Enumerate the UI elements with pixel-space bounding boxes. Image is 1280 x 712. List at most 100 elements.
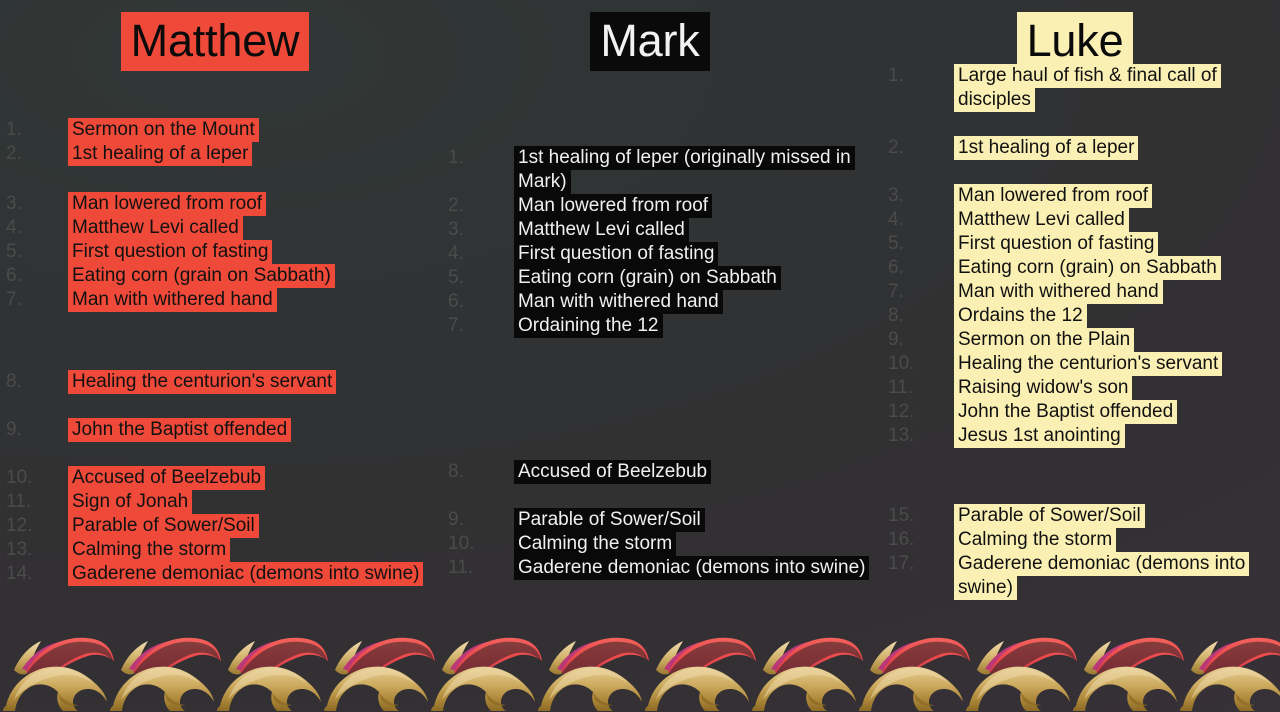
list-item-text: Eating corn (grain) on Sabbath (514, 266, 781, 290)
list-item-text: John the Baptist offended (954, 400, 1178, 424)
list-item-highlight: Parable of Sower/Soil (68, 514, 259, 538)
gospel-title-luke: Luke (1016, 12, 1134, 72)
list-item[interactable]: 11. Raising widow's son (870, 376, 1280, 400)
list-item[interactable]: 12. John the Baptist offended (870, 400, 1280, 424)
list-item-text: Eating corn (grain on Sabbath) (68, 264, 335, 288)
list-item-highlight: First question of fasting (514, 242, 719, 266)
list-item-highlight: Jesus 1st anointing (954, 424, 1125, 448)
list-item-text: Gaderene demoniac (demons into swine) (514, 556, 870, 580)
list-item-highlight: 1st healing of a leper (68, 142, 253, 166)
list-item-text: Sermon on the Mount (68, 118, 259, 142)
list-item-highlight: Man lowered from roof (954, 184, 1153, 208)
list-item-number: 13. (888, 425, 915, 446)
list-item[interactable]: 5. Eating corn (grain) on Sabbath (430, 266, 870, 290)
list-item-text: Sign of Jonah (68, 490, 193, 514)
list-item[interactable]: 10. Healing the centurion's servant (870, 352, 1280, 376)
list-item[interactable]: 2. 1st healing of a leper (870, 136, 1280, 160)
gospel-title-mark: Mark (590, 12, 710, 72)
list-item[interactable]: 1. Large haul of fish & final call of dis… (870, 64, 1280, 112)
list-item[interactable]: 5. First question of fasting (870, 232, 1280, 256)
list-item[interactable]: 7. Man with withered hand (870, 280, 1280, 304)
list-item-text: Parable of Sower/Soil (68, 514, 259, 538)
list-gap (430, 338, 870, 460)
list-item[interactable]: 9. Parable of Sower/Soil (430, 508, 870, 532)
list-item[interactable]: 7. Man with withered hand (0, 288, 430, 312)
list-item[interactable]: 3. Matthew Levi called (430, 218, 870, 242)
list-item[interactable]: 6. Man with withered hand (430, 290, 870, 314)
list-item-text: Gaderene demoniac (demons into swine) (68, 562, 424, 586)
list-item-highlight: Calming the storm (68, 538, 231, 562)
list-item[interactable]: 4. Matthew Levi called (870, 208, 1280, 232)
list-item[interactable]: 13. Calming the storm (0, 538, 430, 562)
list-item[interactable]: 4. First question of fasting (430, 242, 870, 266)
list-item-number: 11. (6, 491, 32, 512)
decorative-wave-border (0, 620, 1280, 712)
list-item[interactable]: 14. Gaderene demoniac (demons into swine) (0, 562, 430, 586)
list-item-number: 6. (448, 291, 464, 312)
list-item[interactable]: 8. Healing the centurion's servant (0, 370, 430, 394)
list-item[interactable]: 8. Accused of Beelzebub (430, 460, 870, 484)
list-item-number: 7. (888, 281, 904, 302)
list-item-highlight: John the Baptist offended (68, 418, 292, 442)
list-item-highlight: Gaderene demoniac (demons into swine) (68, 562, 424, 586)
list-item-text: John the Baptist offended (68, 418, 292, 442)
list-item[interactable]: 9. John the Baptist offended (0, 418, 430, 442)
list-item-highlight: Ordains the 12 (954, 304, 1087, 328)
gospel-columns: Matthew 1. Sermon on the Mount 2. 1st healin… (0, 0, 1280, 625)
list-item[interactable]: 6. Eating corn (grain on Sabbath) (0, 264, 430, 288)
column-luke: Luke 1. Large haul of fish & final call of… (870, 0, 1280, 625)
column-mark: Mark 1. 1st healing of leper (originally m… (430, 0, 870, 625)
event-list-luke: 1. Large haul of fish & final call of dis… (870, 64, 1280, 600)
gospel-title-matthew: Matthew (120, 12, 310, 72)
list-item-highlight: Sign of Jonah (68, 490, 193, 514)
list-item[interactable]: 13. Jesus 1st anointing (870, 424, 1280, 448)
list-item[interactable]: 10. Accused of Beelzebub (0, 466, 430, 490)
list-item-highlight: Parable of Sower/Soil (954, 504, 1145, 528)
list-item-text: Man lowered from roof (954, 184, 1153, 208)
list-item-highlight: Large haul of fish & final call of disci… (954, 64, 1221, 112)
list-item[interactable]: 17. Gaderene demoniac (demons into swine) (870, 552, 1280, 600)
list-item[interactable]: 11. Sign of Jonah (0, 490, 430, 514)
list-item[interactable]: 11. Gaderene demoniac (demons into swine) (430, 556, 870, 580)
list-item-number: 8. (888, 305, 904, 326)
list-item-number: 3. (6, 193, 22, 214)
list-item[interactable]: 6. Eating corn (grain) on Sabbath (870, 256, 1280, 280)
list-item-highlight: Eating corn (grain on Sabbath) (68, 264, 335, 288)
list-item[interactable]: 1. 1st healing of leper (originally misse… (430, 146, 870, 194)
list-item-number: 5. (888, 233, 904, 254)
list-item[interactable]: 3. Man lowered from roof (870, 184, 1280, 208)
title-wrap-mark: Mark (430, 12, 870, 72)
list-item-highlight: Man with withered hand (514, 290, 723, 314)
list-item[interactable]: 5. First question of fasting (0, 240, 430, 264)
list-item-highlight: Eating corn (grain) on Sabbath (514, 266, 781, 290)
list-item-text: 1st healing of leper (originally missed … (514, 146, 870, 194)
list-item[interactable]: 15. Parable of Sower/Soil (870, 504, 1280, 528)
list-item-highlight: Accused of Beelzebub (514, 460, 712, 484)
list-item-number: 12. (888, 401, 915, 422)
list-item[interactable]: 1. Sermon on the Mount (0, 118, 430, 142)
list-item-highlight: Healing the centurion's servant (954, 352, 1223, 376)
list-item[interactable]: 7. Ordaining the 12 (430, 314, 870, 338)
list-item[interactable]: 16. Calming the storm (870, 528, 1280, 552)
list-gap (0, 166, 430, 192)
list-gap (870, 112, 1280, 136)
list-item-number: 13. (6, 539, 33, 560)
wave-flame-ornament-svg (3, 637, 1280, 711)
list-item-text: Ordains the 12 (954, 304, 1087, 328)
list-item-text: 1st healing of a leper (68, 142, 253, 166)
list-item[interactable]: 4. Matthew Levi called (0, 216, 430, 240)
list-item[interactable]: 2. Man lowered from roof (430, 194, 870, 218)
list-item[interactable]: 2. 1st healing of a leper (0, 142, 430, 166)
list-item-number: 4. (448, 243, 464, 264)
list-item[interactable]: 9. Sermon on the Plain (870, 328, 1280, 352)
list-item[interactable]: 12. Parable of Sower/Soil (0, 514, 430, 538)
list-item-number: 1. (888, 65, 904, 86)
list-item-text: First question of fasting (68, 240, 273, 264)
list-item-number: 6. (6, 265, 22, 286)
list-item[interactable]: 8. Ordains the 12 (870, 304, 1280, 328)
list-item-text: Large haul of fish & final call of disci… (954, 64, 1280, 112)
list-item-text: Ordaining the 12 (514, 314, 663, 338)
list-item-text: Matthew Levi called (954, 208, 1129, 232)
list-item[interactable]: 10. Calming the storm (430, 532, 870, 556)
list-item[interactable]: 3. Man lowered from roof (0, 192, 430, 216)
